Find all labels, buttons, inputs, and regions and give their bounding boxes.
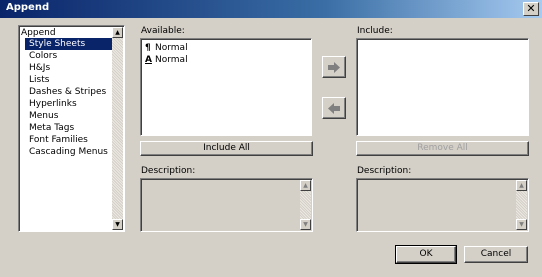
tree-root[interactable]: Append	[21, 28, 117, 38]
tree-item-menus[interactable]: Menus	[21, 110, 117, 122]
tree-item-colors[interactable]: Colors	[21, 50, 117, 62]
tree-item-font-families[interactable]: Font Families	[21, 134, 117, 146]
remove-all-button[interactable]: Remove All	[356, 141, 529, 156]
available-description-label: Description:	[141, 166, 196, 176]
add-arrow-button[interactable]	[322, 56, 346, 78]
scroll-down-arrow-icon[interactable]: ▼	[112, 219, 123, 230]
scroll-down-arrow-icon[interactable]: ▼	[516, 219, 527, 230]
include-label: Include:	[357, 26, 393, 36]
right-arrow-icon	[328, 62, 340, 73]
tree-item-lists[interactable]: Lists	[21, 74, 117, 86]
remove-arrow-button[interactable]	[322, 97, 346, 119]
available-item[interactable]: ¶ Normal	[142, 42, 188, 54]
available-item[interactable]: A Normal	[142, 54, 188, 66]
tree-item-hyperlinks[interactable]: Hyperlinks	[21, 98, 117, 110]
close-icon: ✕	[526, 2, 536, 15]
include-description-scrollbar[interactable]: ▲ ▼	[516, 180, 527, 230]
available-item-label: Normal	[155, 55, 188, 65]
cancel-button[interactable]: Cancel	[464, 246, 528, 263]
scroll-up-arrow-icon[interactable]: ▲	[300, 180, 311, 191]
available-list[interactable]: ¶ Normal A Normal	[140, 38, 312, 136]
include-description-label: Description:	[357, 166, 412, 176]
tree-item-meta-tags[interactable]: Meta Tags	[21, 122, 117, 134]
ok-button[interactable]: OK	[395, 245, 457, 264]
tree-item-hjs[interactable]: H&Js	[21, 62, 117, 74]
scroll-up-arrow-icon[interactable]: ▲	[516, 180, 527, 191]
scroll-up-arrow-icon[interactable]: ▲	[112, 27, 123, 38]
category-scrollbar[interactable]: ▲ ▼	[112, 27, 123, 230]
window-title: Append	[6, 2, 50, 13]
available-description-scrollbar[interactable]: ▲ ▼	[300, 180, 311, 230]
available-item-label: Normal	[155, 43, 188, 53]
scroll-down-arrow-icon[interactable]: ▼	[300, 219, 311, 230]
category-list[interactable]: Append Style Sheets Colors H&Js Lists Da…	[18, 25, 125, 232]
include-description-box: ▲ ▼	[356, 178, 529, 232]
tree-item-cascading-menus[interactable]: Cascading Menus	[21, 146, 117, 158]
category-tree: Append Style Sheets Colors H&Js Lists Da…	[21, 28, 117, 158]
include-all-button[interactable]: Include All	[140, 141, 313, 156]
tree-item-dashes-stripes[interactable]: Dashes & Stripes	[21, 86, 117, 98]
include-list[interactable]	[356, 38, 529, 136]
character-style-icon: A	[145, 55, 152, 65]
title-bar: Append ✕	[0, 0, 542, 18]
available-description-box: ▲ ▼	[140, 178, 313, 232]
close-button[interactable]: ✕	[523, 2, 539, 16]
tree-item-style-sheets[interactable]: Style Sheets	[25, 38, 117, 50]
available-label: Available:	[141, 26, 185, 36]
left-arrow-icon	[328, 103, 340, 114]
paragraph-style-icon: ¶	[145, 43, 151, 53]
